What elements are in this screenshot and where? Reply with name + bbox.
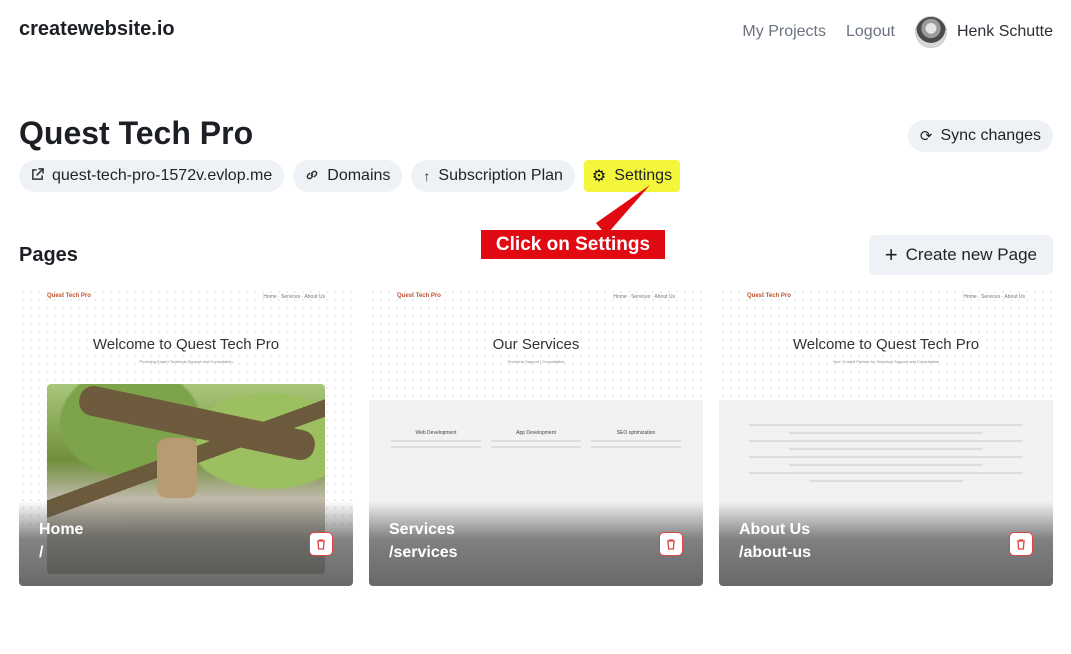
page-card-services[interactable]: Quest Tech Pro Home · Services · About U… [369,288,703,586]
preview-service: App Development [491,430,581,448]
trash-icon [317,539,325,550]
preview-heading: Welcome to Quest Tech Pro [792,336,980,353]
preview-service: SEO optimization [591,430,681,448]
page-card-about-us[interactable]: Quest Tech Pro Home · Services · About U… [719,288,1053,586]
brand-logo[interactable]: createwebsite.io [19,18,175,41]
top-navigation: My Projects Logout Henk Schutte [742,16,1053,48]
preview-subheading: Your Trusted Partner for Technical Suppo… [832,359,940,364]
preview-heading: Our Services [492,336,580,353]
nav-my-projects[interactable]: My Projects [742,23,826,41]
arrow-up-icon: ↑ [423,168,431,184]
preview-subheading: Providing Expert Technical Support and C… [139,359,233,364]
page-name: About Us [739,521,811,538]
nav-logout[interactable]: Logout [846,23,895,41]
sync-changes-label: Sync changes [940,127,1041,144]
user-menu[interactable]: Henk Schutte [914,16,1053,48]
page-name: Services [389,521,455,538]
external-link-icon [31,168,44,184]
pages-grid: Quest Tech Pro Home · Services · About U… [19,288,1053,586]
domains-chip[interactable]: Domains [293,160,403,192]
settings-label: Settings [614,167,673,184]
delete-page-button[interactable] [1009,532,1033,556]
link-icon [305,168,319,185]
gear-icon: ⚙ [591,168,607,185]
preview-nav: Home · Services · About Us [963,294,1025,300]
preview-nav: Home · Services · About Us [613,294,675,300]
avatar [914,16,947,48]
preview-nav: Home · Services · About Us [263,294,325,300]
page-name: Home [39,521,84,538]
user-name: Henk Schutte [956,23,1053,40]
page-title: Quest Tech Pro [19,115,254,151]
create-new-page-button[interactable]: + Create new Page [868,235,1053,275]
preview-logo: Quest Tech Pro [47,293,91,299]
page-card-home[interactable]: Quest Tech Pro Home · Services · About U… [19,288,353,586]
preview-logo: Quest Tech Pro [747,293,791,299]
plus-icon: + [884,242,898,267]
annotation-callout: Click on Settings [481,230,665,259]
page-path: /about-us [739,544,811,561]
domain-link-chip[interactable]: quest-tech-pro-1572v.evlop.me [19,160,285,192]
trash-icon [667,539,675,550]
trash-icon [1017,539,1025,550]
page-path: / [39,544,44,561]
sync-changes-button[interactable]: ⟳ Sync changes [907,120,1053,152]
domains-label: Domains [327,167,391,184]
card-overlay [19,501,353,586]
preview-image-detail [157,438,197,498]
domain-link-label: quest-tech-pro-1572v.evlop.me [52,167,273,184]
preview-logo: Quest Tech Pro [397,293,441,299]
preview-heading: Welcome to Quest Tech Pro [92,336,280,353]
preview-service: Web Development [391,430,481,448]
subscription-plan-label: Subscription Plan [438,167,563,184]
create-new-page-label: Create new Page [905,245,1037,264]
preview-text-block [749,418,1023,488]
sync-icon: ⟳ [919,128,933,145]
pages-heading: Pages [19,244,78,266]
delete-page-button[interactable] [659,532,683,556]
page-path: /services [389,544,458,561]
delete-page-button[interactable] [309,532,333,556]
preview-subheading: Technical Support | Consultation [507,359,565,364]
